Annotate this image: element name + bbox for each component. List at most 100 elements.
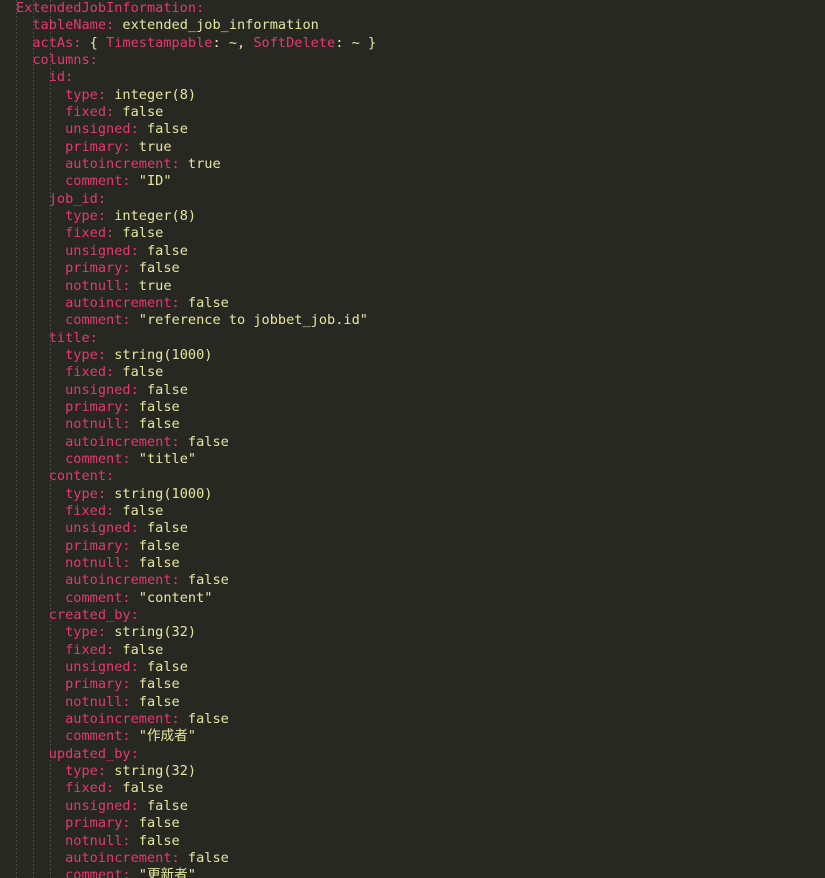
code-line[interactable]: notnull: true (0, 278, 825, 295)
code-line[interactable]: columns: (0, 52, 825, 69)
code-line[interactable]: comment: "content" (0, 590, 825, 607)
code-line[interactable]: unsigned: false (0, 382, 825, 399)
yaml-key: fixed (65, 364, 107, 381)
yaml-value: "更新者" (138, 867, 196, 878)
code-line[interactable]: autoincrement: false (0, 850, 825, 867)
yaml-value: integer(8) (114, 208, 197, 225)
yaml-value: false (138, 676, 180, 693)
yaml-key: actAs (32, 34, 74, 51)
yaml-value: false (138, 693, 180, 710)
yaml-key: unsigned (65, 797, 131, 814)
code-line[interactable]: primary: false (0, 815, 825, 832)
code-line[interactable]: notnull: false (0, 555, 825, 572)
code-line[interactable]: type: integer(8) (0, 208, 825, 225)
code-line[interactable]: autoincrement: false (0, 295, 825, 312)
yaml-key: updated_by (48, 745, 131, 762)
code-line[interactable]: unsigned: false (0, 520, 825, 537)
code-line[interactable]: notnull: false (0, 694, 825, 711)
yaml-separator: : (73, 34, 90, 51)
yaml-value: false (138, 537, 180, 554)
code-line[interactable]: fixed: false (0, 503, 825, 520)
yaml-separator: : (65, 69, 74, 86)
code-line[interactable]: ExtendedJobInformation: (0, 0, 825, 17)
yaml-key: comment (65, 589, 123, 606)
yaml-key: fixed (65, 104, 107, 121)
code-line[interactable]: notnull: false (0, 833, 825, 850)
yaml-separator: : (106, 641, 123, 658)
code-line[interactable]: autoincrement: false (0, 572, 825, 589)
yaml-punctuation: { (89, 34, 107, 51)
code-line[interactable]: autoincrement: false (0, 434, 825, 451)
code-line[interactable]: fixed: false (0, 104, 825, 121)
yaml-separator: : (106, 17, 123, 34)
yaml-value: false (187, 294, 229, 311)
yaml-separator: : (122, 173, 139, 190)
code-line[interactable]: updated_by: (0, 746, 825, 763)
code-line[interactable]: fixed: false (0, 780, 825, 797)
code-line[interactable]: fixed: false (0, 364, 825, 381)
code-editor[interactable]: ExtendedJobInformation: tableName: exten… (0, 0, 825, 878)
yaml-value: extended_job_information (122, 17, 319, 34)
code-line[interactable]: type: integer(8) (0, 87, 825, 104)
yaml-key: unsigned (65, 242, 131, 259)
yaml-separator: : (122, 555, 139, 571)
yaml-key: autoincrement (65, 156, 172, 173)
code-line[interactable]: actAs: { Timestampable: ~, SoftDelete: ~… (0, 35, 825, 52)
code-line[interactable]: type: string(1000) (0, 486, 825, 503)
code-line[interactable]: id: (0, 69, 825, 86)
code-line[interactable]: autoincrement: true (0, 156, 825, 173)
yaml-separator: : (122, 138, 139, 155)
yaml-value: string(32) (114, 763, 197, 780)
code-line[interactable]: comment: "ID" (0, 173, 825, 190)
yaml-separator: : (97, 208, 115, 225)
code-line[interactable]: title: (0, 330, 825, 347)
yaml-value: false (138, 555, 180, 571)
yaml-value: true (187, 156, 221, 173)
code-line[interactable]: primary: false (0, 399, 825, 416)
code-line[interactable]: type: string(32) (0, 763, 825, 780)
yaml-value: "作成者" (138, 728, 196, 745)
code-line[interactable]: primary: true (0, 139, 825, 156)
code-line[interactable]: notnull: false (0, 416, 825, 433)
code-line[interactable]: comment: "更新者" (0, 867, 825, 878)
yaml-key: type (65, 624, 98, 641)
code-line[interactable]: created_by: (0, 607, 825, 624)
yaml-key: content (48, 468, 107, 485)
code-line[interactable]: content: (0, 468, 825, 485)
code-line[interactable]: job_id: (0, 191, 825, 208)
yaml-key: title (48, 329, 90, 346)
yaml-separator: : (130, 121, 147, 138)
code-line[interactable]: type: string(32) (0, 624, 825, 641)
code-line[interactable]: unsigned: false (0, 659, 825, 676)
yaml-separator: : (171, 711, 188, 728)
yaml-separator: : (97, 763, 115, 780)
yaml-separator: : (122, 832, 139, 849)
code-line[interactable]: type: string(1000) (0, 347, 825, 364)
yaml-value: string(1000) (114, 485, 213, 502)
yaml-key: notnull (65, 277, 123, 294)
code-line[interactable]: unsigned: false (0, 798, 825, 815)
code-line[interactable]: comment: "reference to jobbet_job.id" (0, 312, 825, 329)
code-content[interactable]: ExtendedJobInformation: tableName: exten… (0, 0, 825, 878)
code-line[interactable]: comment: "title" (0, 451, 825, 468)
code-line[interactable]: primary: false (0, 538, 825, 555)
yaml-value: false (146, 121, 188, 138)
yaml-separator: : (106, 780, 123, 797)
code-line[interactable]: tableName: extended_job_information (0, 17, 825, 34)
code-line[interactable]: unsigned: false (0, 243, 825, 260)
code-line[interactable]: comment: "作成者" (0, 728, 825, 745)
code-line[interactable]: fixed: false (0, 642, 825, 659)
code-line[interactable]: unsigned: false (0, 121, 825, 138)
code-line[interactable]: primary: false (0, 676, 825, 693)
code-line[interactable]: primary: false (0, 260, 825, 277)
code-line[interactable]: autoincrement: false (0, 711, 825, 728)
code-line[interactable]: fixed: false (0, 225, 825, 242)
